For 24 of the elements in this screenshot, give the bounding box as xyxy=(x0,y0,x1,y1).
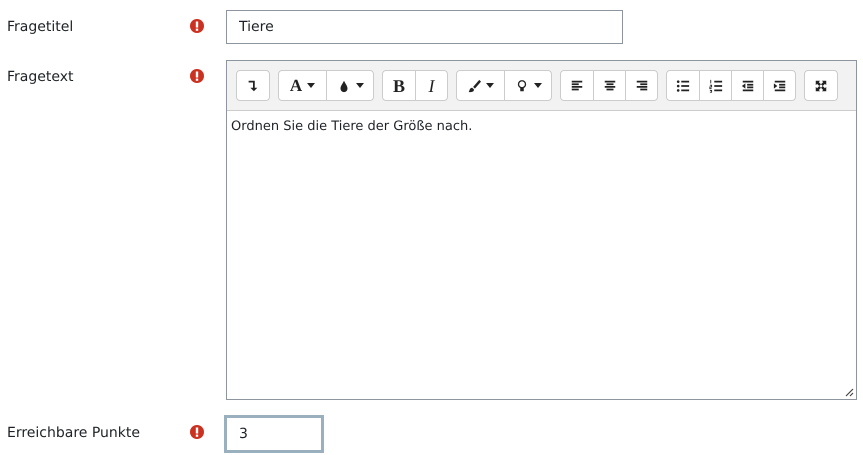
outdent-icon xyxy=(740,78,754,92)
numbered-list-icon xyxy=(708,78,722,92)
indent-icon xyxy=(772,78,786,92)
caret-icon xyxy=(486,83,494,88)
field-label: Fragetext xyxy=(6,68,74,86)
editor-text: Ordnen Sie die Tiere der Größe nach. xyxy=(231,118,474,136)
input-field[interactable]: Tiere xyxy=(226,10,623,44)
align-center-icon xyxy=(602,78,616,92)
fullscreen-icon xyxy=(814,78,828,92)
bold-button[interactable]: B xyxy=(383,71,415,100)
paintbrush-icon xyxy=(467,78,481,92)
input-field[interactable]: 3 xyxy=(224,415,324,453)
align-left-icon xyxy=(570,78,584,92)
caret-icon xyxy=(356,83,364,88)
italic-button[interactable]: I xyxy=(415,71,447,100)
field-label: Erreichbare Punkte xyxy=(6,424,142,442)
bullet-list-icon xyxy=(676,78,690,92)
caret-icon xyxy=(534,83,542,88)
arrow-down-icon xyxy=(246,78,260,92)
resize-handle-icon[interactable] xyxy=(845,388,854,397)
caret-icon xyxy=(307,83,316,88)
field-label: Fragetitel xyxy=(6,18,74,36)
font-button[interactable]: A xyxy=(279,71,326,100)
align-right-icon xyxy=(634,78,648,92)
